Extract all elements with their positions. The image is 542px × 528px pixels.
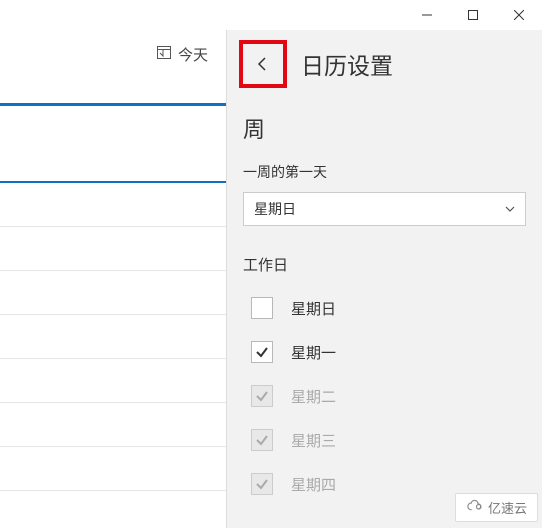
list-row[interactable]	[0, 321, 226, 359]
workday-row[interactable]: 星期日	[243, 297, 526, 319]
calendar-today-icon	[156, 44, 172, 64]
list-row[interactable]	[0, 409, 226, 447]
cloud-icon	[466, 499, 484, 516]
list-row[interactable]	[0, 277, 226, 315]
today-button[interactable]: 今天	[148, 40, 216, 69]
active-tab-indicator	[0, 78, 226, 106]
workday-checkbox[interactable]	[251, 297, 273, 319]
workday-row: 星期二	[243, 385, 526, 407]
workday-checkbox	[251, 385, 273, 407]
toolbar: 今天	[0, 30, 542, 78]
window-titlebar	[0, 0, 542, 30]
list-row[interactable]	[0, 233, 226, 271]
watermark-text: 亿速云	[488, 498, 527, 517]
settings-panel: 日历设置 周 一周的第一天 星期日 工作日 星期日星期一星期二星期三星期四	[226, 30, 542, 528]
list-row[interactable]	[0, 110, 226, 183]
calendar-main-area	[0, 78, 226, 528]
check-icon	[255, 345, 269, 359]
minimize-button[interactable]	[404, 0, 450, 30]
workday-label: 星期一	[291, 342, 336, 363]
workday-label: 星期二	[291, 386, 336, 407]
first-day-value: 星期日	[254, 199, 296, 219]
workday-row[interactable]: 星期一	[243, 341, 526, 363]
workday-checkbox	[251, 429, 273, 451]
list-row[interactable]	[0, 453, 226, 491]
workday-label: 星期三	[291, 430, 336, 451]
close-button[interactable]	[496, 0, 542, 30]
workday-checkbox	[251, 473, 273, 495]
workday-checkbox[interactable]	[251, 341, 273, 363]
first-day-label: 一周的第一天	[243, 162, 526, 182]
maximize-button[interactable]	[450, 0, 496, 30]
check-icon	[255, 389, 269, 403]
workdays-section-title: 工作日	[243, 254, 526, 275]
watermark-badge: 亿速云	[455, 493, 538, 522]
workday-row: 星期三	[243, 429, 526, 451]
check-icon	[255, 477, 269, 491]
workday-label: 星期四	[291, 474, 336, 495]
check-icon	[255, 433, 269, 447]
workday-label: 星期日	[291, 298, 336, 319]
first-day-select[interactable]: 星期日	[243, 192, 526, 226]
list-row[interactable]	[0, 189, 226, 227]
week-section-title: 周	[243, 112, 526, 144]
today-label: 今天	[178, 44, 208, 65]
workday-row: 星期四	[243, 473, 526, 495]
list-row[interactable]	[0, 365, 226, 403]
chevron-down-icon	[505, 201, 515, 217]
